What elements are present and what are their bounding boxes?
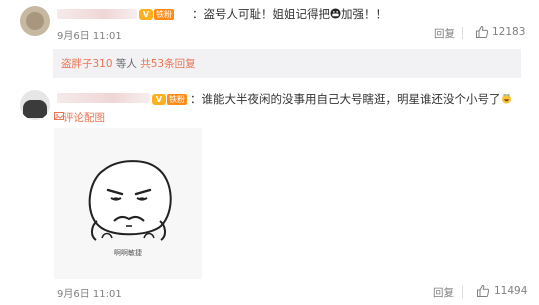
grimace-emoji-icon: [330, 8, 341, 19]
fan-badge: 铁粉: [167, 94, 187, 105]
comment-text-part: ：谁能大半夜闲的没事用自己大号瞎逛，明星谁还没个小号了: [190, 92, 501, 106]
sub-reply-user[interactable]: 盗胖子310: [61, 58, 113, 70]
avatar[interactable]: [20, 90, 50, 120]
divider: [462, 27, 463, 39]
fan-badge: 铁粉: [154, 9, 174, 20]
like-count: 11494: [494, 285, 528, 297]
reply-button[interactable]: 回复: [433, 285, 454, 300]
reply-button[interactable]: 回复: [434, 26, 455, 41]
timestamp: 9月6日 11:01: [57, 31, 122, 42]
sub-reply-count[interactable]: 共53条回复: [140, 58, 195, 70]
divider: [462, 286, 463, 298]
username-blurred[interactable]: [57, 9, 137, 19]
laugh-emoji-icon: [501, 94, 511, 104]
comment-image-link[interactable]: 评论配图: [63, 110, 105, 125]
thumbs-up-icon[interactable]: [476, 284, 490, 298]
meme-caption: 啊啊敏捷: [114, 248, 142, 257]
sub-replies-summary[interactable]: 盗胖子310 等人 共53条回复: [61, 56, 196, 71]
avatar[interactable]: [20, 6, 50, 36]
timestamp: 9月6日 11:01: [57, 289, 122, 300]
meme-face-icon: 啊啊敏捷: [88, 160, 172, 257]
comment-text-end: 加强！！: [341, 7, 387, 21]
thumbs-up-icon[interactable]: [475, 25, 489, 39]
vip-icon: V: [152, 94, 166, 105]
comment-text-part: ：盗号人可耻！姐姐记得把: [192, 7, 330, 21]
like-count: 12183: [492, 26, 526, 38]
comment-image[interactable]: 啊啊敏捷: [54, 128, 202, 279]
comment-text: ：盗号人可耻！姐姐记得把 加强！！: [192, 7, 387, 21]
username-blurred[interactable]: [57, 93, 150, 103]
comment-text: ：谁能大半夜闲的没事用自己大号瞎逛，明星谁还没个小号了: [190, 92, 512, 106]
sub-reply-middle: 等人: [112, 58, 141, 70]
vip-icon: V: [139, 9, 153, 20]
